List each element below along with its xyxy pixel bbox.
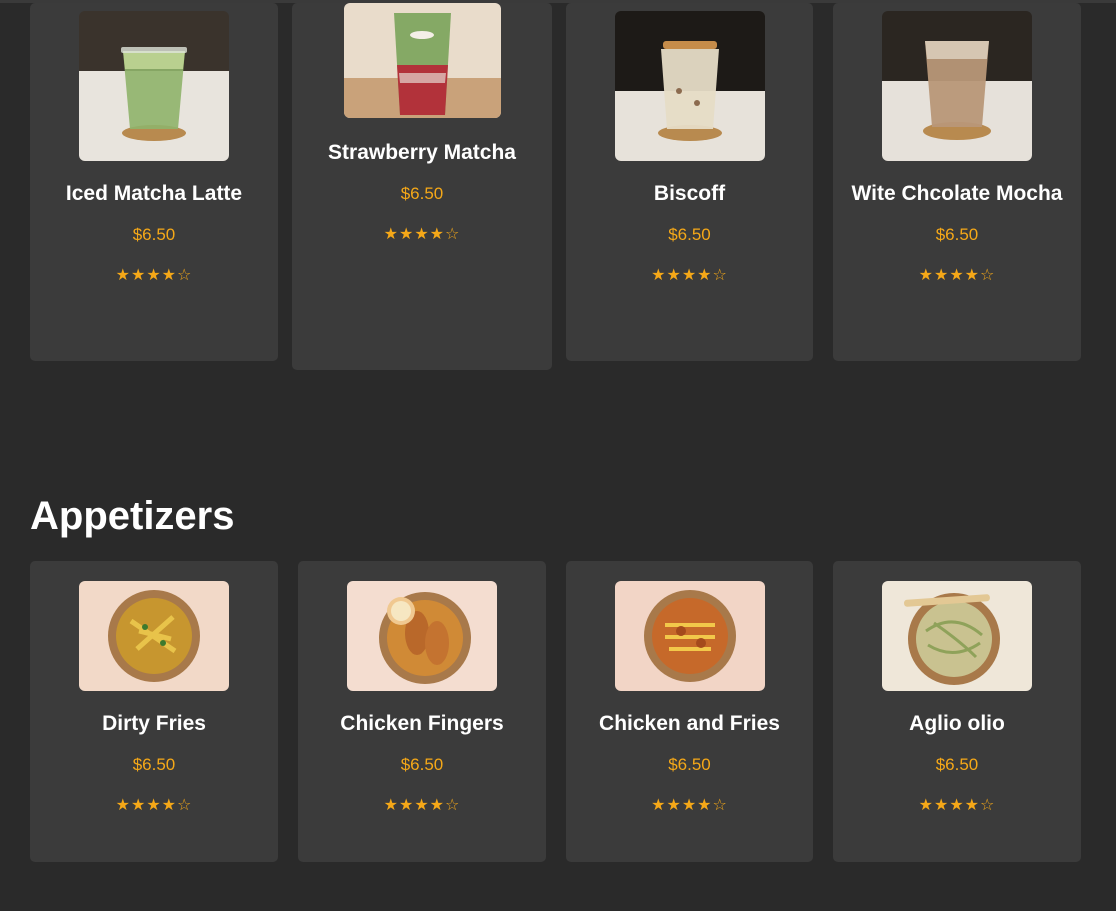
item-name: Strawberry Matcha (328, 141, 516, 164)
aglio-olio-image (882, 581, 1032, 691)
white-chocolate-mocha-image (882, 11, 1032, 161)
menu-card-white-chocolate-mocha[interactable]: Wite Chcolate Mocha $6.50 ★★★★☆ (833, 3, 1081, 361)
item-price: $6.50 (132, 755, 176, 774)
menu-card-chicken-and-fries[interactable]: Chicken and Fries $6.50 ★★★★☆ (566, 561, 813, 862)
item-name: Dirty Fries (102, 712, 206, 735)
star-rating: ★★★★☆ (918, 267, 996, 284)
item-name: Biscoff (653, 182, 726, 205)
item-name: Chicken Fingers (340, 712, 504, 735)
menu-card-aglio-olio[interactable]: Aglio olio $6.50 ★★★★☆ (833, 561, 1081, 862)
item-price: $6.50 (400, 184, 444, 203)
item-price: $6.50 (935, 225, 979, 244)
strawberry-matcha-image (343, 3, 501, 118)
item-name: Chicken and Fries (599, 712, 780, 735)
item-price: $6.50 (132, 225, 176, 244)
item-name: Aglio olio (909, 712, 1005, 735)
menu-card-chicken-fingers[interactable]: Chicken Fingers $6.50 ★★★★☆ (298, 561, 546, 862)
biscoff-image (614, 11, 765, 161)
item-price: $6.50 (935, 755, 979, 774)
chicken-fingers-image (347, 581, 497, 691)
menu-card-biscoff[interactable]: Biscoff $6.50 ★★★★☆ (566, 3, 813, 361)
star-rating: ★★★★☆ (383, 226, 461, 243)
menu-card-strawberry-matcha[interactable]: Strawberry Matcha $6.50 ★★★★☆ (292, 3, 552, 370)
item-price: $6.50 (668, 225, 711, 244)
star-rating: ★★★★☆ (918, 797, 996, 814)
star-rating: ★★★★☆ (115, 267, 193, 284)
star-rating: ★★★★☆ (383, 797, 461, 814)
item-price: $6.50 (400, 755, 444, 774)
menu-card-iced-matcha-latte[interactable]: Iced Matcha Latte $6.50 ★★★★☆ (30, 3, 278, 361)
item-name: Wite Chcolate Mocha (851, 182, 1063, 205)
star-rating: ★★★★☆ (115, 797, 193, 814)
section-title-appetizers: Appetizers (30, 494, 235, 538)
menu-page: Iced Matcha Latte $6.50 ★★★★☆ Strawberry… (0, 0, 1116, 911)
iced-matcha-latte-image (79, 11, 229, 161)
star-rating: ★★★★☆ (651, 267, 728, 284)
chicken-and-fries-image (614, 581, 765, 691)
menu-card-dirty-fries[interactable]: Dirty Fries $6.50 ★★★★☆ (30, 561, 278, 862)
star-rating: ★★★★☆ (651, 797, 728, 814)
dirty-fries-image (79, 581, 229, 691)
item-name: Iced Matcha Latte (65, 182, 243, 205)
item-price: $6.50 (668, 755, 711, 774)
